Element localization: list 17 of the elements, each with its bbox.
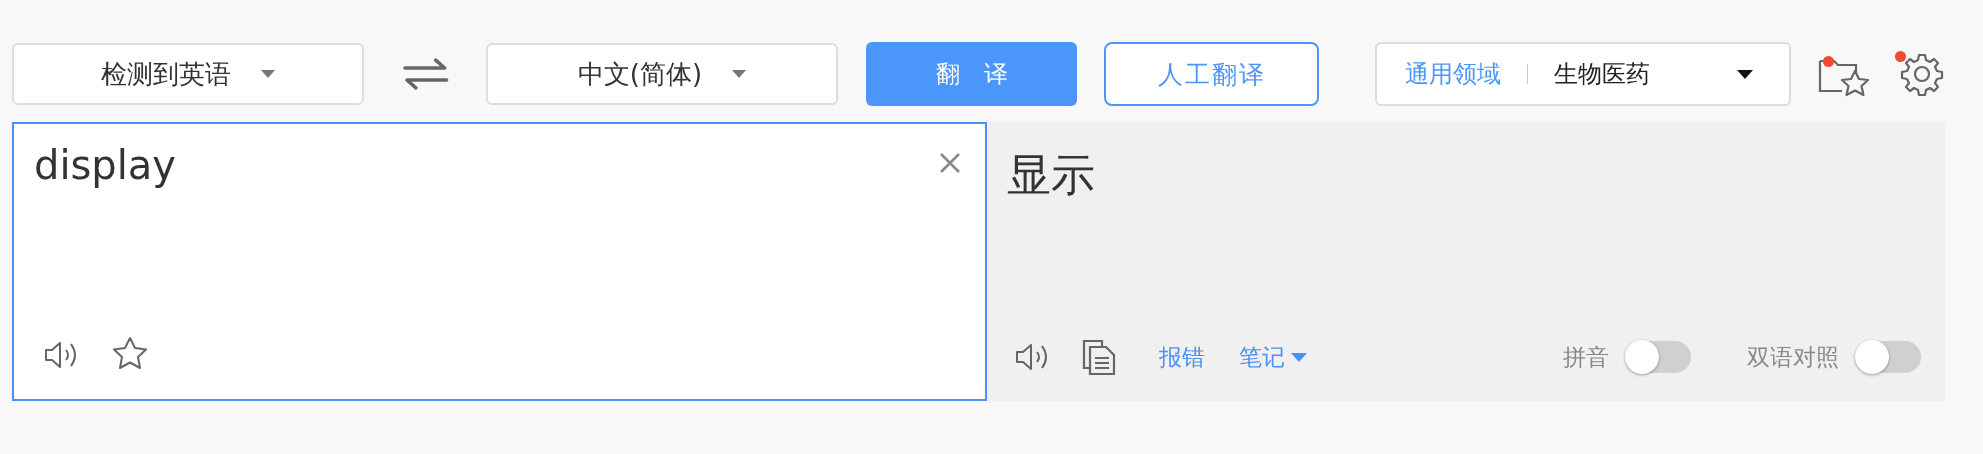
caret-icon (1737, 69, 1753, 79)
domain-selector[interactable]: 通用领域 生物医药 (1374, 42, 1791, 106)
caret-icon (732, 70, 747, 78)
toggle-label: 双语对照 (1747, 342, 1839, 372)
swap-icon[interactable] (403, 58, 449, 90)
toggle-switch[interactable] (1855, 341, 1921, 373)
source-text-field[interactable]: display (34, 142, 939, 212)
source-language-dropdown[interactable]: 检测到英语 (12, 43, 365, 105)
caret-icon (1291, 352, 1307, 362)
settings-icon[interactable] (1899, 51, 1945, 97)
toggle-label: 拼音 (1563, 342, 1609, 372)
copy-icon[interactable] (1081, 338, 1117, 376)
translation-result: 显示 (1006, 148, 1096, 202)
caret-icon (261, 70, 276, 78)
close-icon[interactable] (939, 152, 961, 174)
target-language-dropdown[interactable]: 中文(简体) (485, 43, 838, 105)
toggle-switch[interactable] (1625, 341, 1691, 373)
